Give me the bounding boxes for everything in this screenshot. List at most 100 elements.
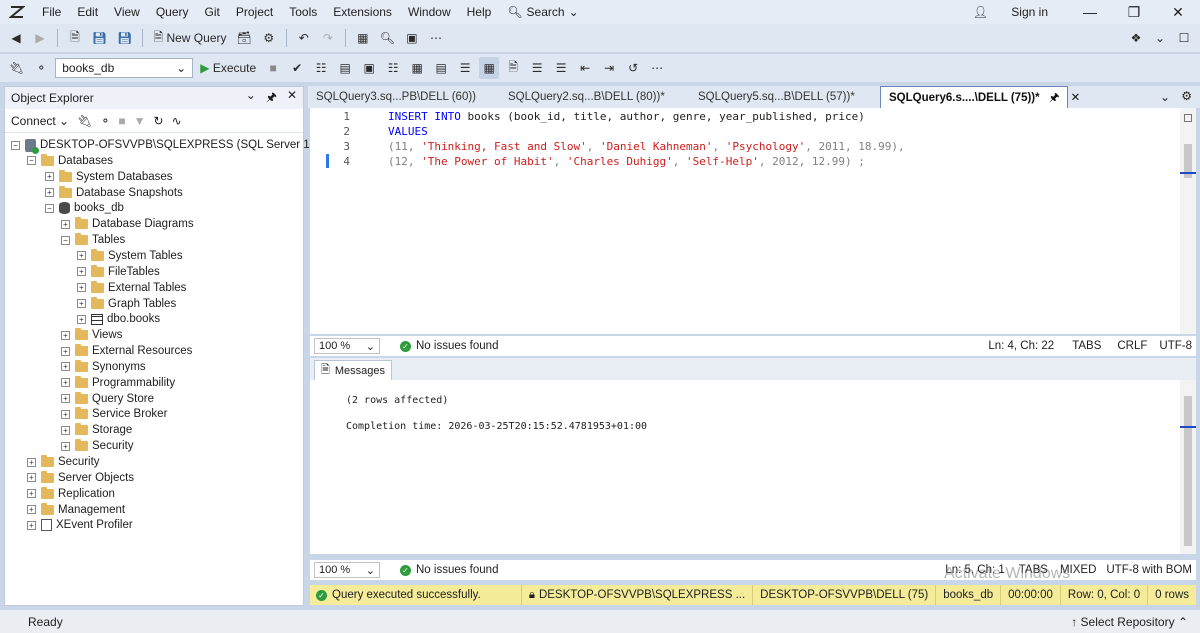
more-icon[interactable]: ⋯ (647, 57, 667, 79)
editor-zoom-select[interactable]: 100 % ⌄ (314, 338, 380, 354)
properties-icon[interactable]: ▣ (402, 27, 422, 49)
tree-node[interactable]: + System Tables (77, 248, 183, 264)
expand-icon[interactable]: + (61, 409, 70, 419)
messages-zoom-select[interactable]: 100 % ⌄ (314, 562, 380, 578)
tree-node[interactable]: + Graph Tables (77, 296, 176, 312)
undo-icon[interactable]: ↶ (294, 27, 314, 49)
database-engine-query-icon[interactable]: 🗃︎ (234, 27, 255, 49)
tree-node[interactable]: + Programmability (61, 375, 175, 391)
expand-icon[interactable]: + (61, 219, 70, 229)
expand-icon[interactable]: + (61, 346, 70, 356)
collapse-icon[interactable]: − (61, 235, 70, 245)
find-in-files-icon[interactable]: 🔍︎ (377, 27, 398, 49)
tree-node[interactable]: + Storage (61, 422, 132, 438)
tab-list-icon[interactable]: ⌄ (1160, 90, 1170, 104)
messages-issues-indicator[interactable]: ✓ No issues found (400, 564, 498, 576)
tab-sqlquery5[interactable]: SQLQuery5.sq...B\DELL (57))* (690, 86, 880, 108)
menu-git[interactable]: Git (197, 0, 228, 24)
expand-icon[interactable]: + (61, 394, 70, 404)
expand-icon[interactable]: + (77, 283, 86, 293)
tab-sqlquery2[interactable]: SQLQuery2.sq...B\DELL (80))* (500, 86, 690, 108)
results-to-text-icon[interactable]: ☰ (455, 57, 475, 79)
results-to-file-icon[interactable]: 🗎︎ (503, 57, 523, 79)
expand-icon[interactable]: + (27, 473, 36, 483)
redo-icon[interactable]: ↷ (318, 27, 338, 49)
client-stats-icon[interactable]: ▤ (431, 57, 451, 79)
menu-file[interactable]: File (34, 0, 69, 24)
sign-in-button[interactable]: 👤︎ Sign in (953, 5, 1068, 19)
tree-node[interactable]: + Management (27, 502, 125, 518)
tree-node[interactable]: − DESKTOP-OFSVVPB\SQLEXPRESS (SQL Server … (11, 137, 362, 154)
messages-pane[interactable]: (2 rows affected) Completion time: 2026-… (310, 380, 1196, 554)
connect-dropdown[interactable]: Connect ⌄ (11, 114, 69, 128)
change-connection-icon[interactable]: ⚬ (31, 57, 51, 79)
chevron-down-icon[interactable]: ⌄ (1150, 27, 1170, 49)
menu-project[interactable]: Project (228, 0, 281, 24)
editor-encoding[interactable]: UTF-8 (1155, 340, 1196, 352)
chevron-down-icon[interactable]: ⌄ (246, 88, 256, 109)
tree-node[interactable]: + dbo.books (77, 311, 160, 327)
tree-node[interactable]: − Databases (27, 153, 113, 169)
tree-node[interactable]: + FileTables (77, 264, 160, 280)
specify-values-icon[interactable]: ↺ (623, 57, 643, 79)
split-icon[interactable] (1184, 114, 1192, 122)
expand-icon[interactable]: + (61, 362, 70, 372)
menu-extensions[interactable]: Extensions (325, 0, 400, 24)
menu-query[interactable]: Query (148, 0, 197, 24)
tree-node[interactable]: + External Tables (77, 280, 186, 296)
activity-icon[interactable]: ∿ (172, 114, 182, 128)
menu-view[interactable]: View (106, 0, 148, 24)
connect-icon[interactable]: 🔌︎ (77, 114, 92, 128)
forward-icon[interactable]: ▶ (30, 27, 50, 49)
menu-window[interactable]: Window (400, 0, 459, 24)
collapse-icon[interactable]: − (11, 140, 20, 150)
save-icon[interactable]: 💾︎ (89, 27, 110, 49)
menu-tools[interactable]: Tools (281, 0, 325, 24)
editor-vertical-scrollbar[interactable] (1180, 108, 1196, 334)
tree-node[interactable]: + Server Objects (27, 470, 134, 486)
collapse-icon[interactable]: − (45, 203, 54, 213)
save-all-icon[interactable]: 💾︎ (114, 27, 135, 49)
editor-indent-mode[interactable]: TABS (1064, 340, 1109, 352)
copilot-icon[interactable]: ❖ (1126, 27, 1146, 49)
tree-node[interactable]: + Database Snapshots (45, 185, 183, 201)
close-window-icon[interactable]: ✕ (1156, 4, 1200, 21)
close-icon[interactable]: ✕ (287, 88, 297, 109)
intellisense-icon[interactable]: ▣ (359, 57, 379, 79)
tree-node[interactable]: + XEvent Profiler (27, 517, 133, 533)
parse-icon[interactable]: ✔ (287, 57, 307, 79)
feedback-icon[interactable]: ☐ (1174, 27, 1194, 49)
results-to-grid-icon[interactable]: ▦ (479, 57, 500, 79)
expand-icon[interactable]: + (45, 172, 54, 182)
query-options-icon[interactable]: ▤ (335, 57, 355, 79)
expand-icon[interactable]: + (77, 299, 86, 308)
analysis-query-icon[interactable]: ⚙ (259, 27, 279, 49)
tree-node[interactable]: − Tables (61, 232, 125, 248)
select-repository-button[interactable]: ↑ Select Repository ⌃ (1071, 615, 1188, 629)
live-stats-icon[interactable]: ▦ (407, 57, 427, 79)
tree-node[interactable]: − books_db (45, 200, 124, 216)
expand-icon[interactable]: + (27, 457, 36, 467)
stop-icon[interactable]: ■ (118, 114, 125, 128)
messages-tab[interactable]: 🗎︎ Messages (314, 360, 392, 380)
expand-icon[interactable]: + (61, 330, 70, 340)
editor-line-ending[interactable]: CRLF (1109, 340, 1155, 352)
increase-indent-icon[interactable]: ⇥ (599, 57, 619, 79)
expand-icon[interactable]: + (45, 188, 54, 198)
restore-icon[interactable]: ❐ (1112, 4, 1156, 21)
expand-icon[interactable]: + (77, 251, 86, 261)
tab-sqlquery6[interactable]: SQLQuery6.s....\DELL (75))* 🖈︎ ✕ (880, 86, 1080, 108)
collapse-icon[interactable]: − (27, 156, 36, 166)
new-project-icon[interactable]: 🗎︎ (65, 27, 85, 49)
expand-icon[interactable]: + (61, 378, 70, 388)
expand-icon[interactable]: + (27, 520, 36, 530)
tree-node[interactable]: + Security (27, 454, 100, 470)
pin-icon[interactable]: 🖈︎ (1049, 92, 1060, 104)
expand-icon[interactable]: + (61, 425, 70, 435)
menu-help[interactable]: Help (459, 0, 500, 24)
tab-sqlquery3[interactable]: SQLQuery3.sq...PB\DELL (60)) (308, 86, 498, 108)
filter-icon[interactable]: ▼ (134, 114, 146, 128)
tree-node[interactable]: + System Databases (45, 169, 173, 185)
tree-node[interactable]: + External Resources (61, 343, 192, 359)
tree-node[interactable]: + Replication (27, 486, 115, 502)
